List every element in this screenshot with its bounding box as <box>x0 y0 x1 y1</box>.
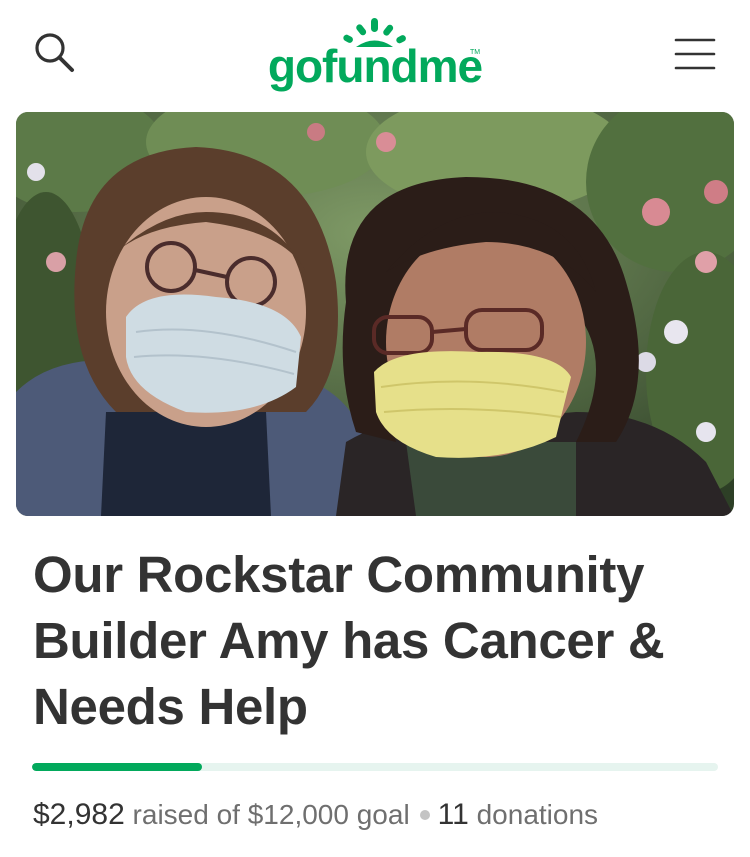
separator-dot <box>419 809 430 820</box>
amount-raised: $2,982 <box>33 798 125 831</box>
hamburger-menu-icon <box>674 38 716 70</box>
fundraising-stats: $2,982 raised of $12,000 goal 11 donation… <box>33 793 598 837</box>
goal-label: goal <box>356 799 410 830</box>
raised-of-label: raised of <box>132 799 240 830</box>
search-icon <box>35 33 74 72</box>
site-header: gofundme TM <box>0 0 750 105</box>
goal-amount: $12,000 <box>247 799 349 830</box>
trademark-symbol: TM <box>470 49 480 56</box>
gofundme-logo[interactable]: gofundme TM <box>262 10 488 100</box>
campaign-photo <box>16 112 734 516</box>
campaign-hero-image[interactable] <box>16 112 734 516</box>
logo-wordmark: gofundme <box>268 40 483 92</box>
donation-progress-bar <box>32 763 718 771</box>
menu-button[interactable] <box>670 32 720 76</box>
donation-progress-fill <box>32 763 203 771</box>
donations-count[interactable]: 11 <box>438 798 469 831</box>
donations-label[interactable]: donations <box>477 799 598 830</box>
search-button[interactable] <box>26 26 82 82</box>
campaign-title: Our Rockstar Community Builder Amy has C… <box>33 546 665 735</box>
